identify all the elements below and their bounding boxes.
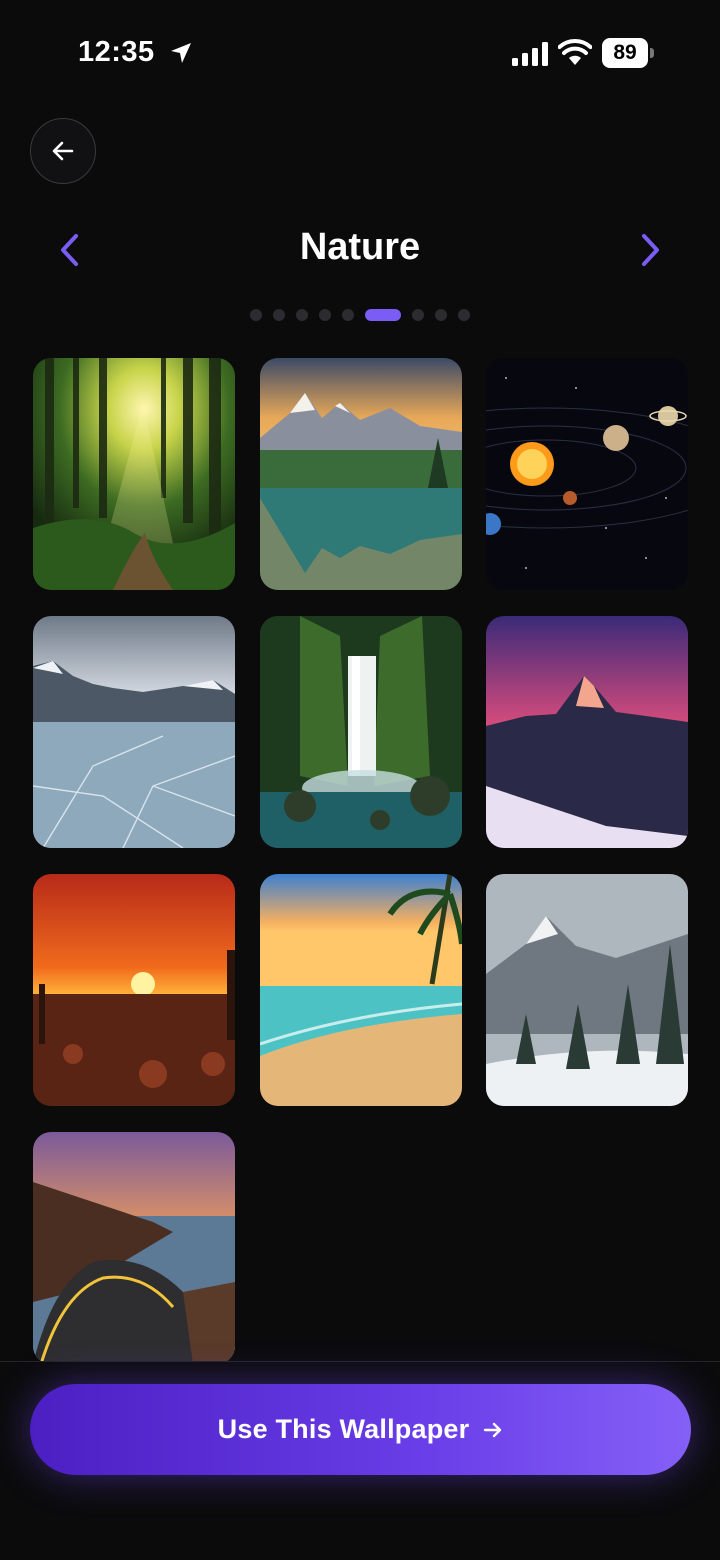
use-wallpaper-button[interactable]: Use This Wallpaper [30,1384,691,1475]
use-wallpaper-label: Use This Wallpaper [217,1414,470,1444]
arrow-right-icon [484,1422,502,1437]
page-indicator [0,309,720,321]
back-button[interactable] [30,118,96,184]
wallpaper-pink-mountain-peak[interactable] [486,616,688,848]
wallpaper-solar-system[interactable] [486,358,688,590]
wallpaper-tropical-beach[interactable] [260,874,462,1106]
page-dot[interactable] [250,309,262,321]
wallpaper-forest-sunbeams[interactable] [33,358,235,590]
next-category-button[interactable] [628,228,672,272]
page-dot-active[interactable] [365,309,401,321]
location-arrow-icon [171,43,191,63]
page-dot[interactable] [412,309,424,321]
status-time: 12:35 [78,36,155,68]
arrow-left-icon [52,141,74,161]
page-dot[interactable] [458,309,470,321]
category-title: Nature [299,226,421,268]
page-dot[interactable] [296,309,308,321]
wallpaper-snowy-forest[interactable] [486,874,688,1106]
wallpaper-mountain-lake[interactable] [260,358,462,590]
wallpaper-waterfall[interactable] [260,616,462,848]
wallpaper-coastal-road[interactable] [33,1132,235,1364]
battery-level: 89 [602,38,648,68]
page-dot[interactable] [435,309,447,321]
cellular-signal-icon [512,42,548,66]
battery-icon: 89 [602,38,654,68]
page-dot[interactable] [273,309,285,321]
status-bar: 12:35 89 [0,0,720,100]
page-dot[interactable] [342,309,354,321]
chevron-right-icon [642,234,659,266]
wifi-icon [558,39,592,65]
wallpaper-frozen-lake[interactable] [33,616,235,848]
wallpaper-desert-sunset[interactable] [33,874,235,1106]
page-dot[interactable] [319,309,331,321]
